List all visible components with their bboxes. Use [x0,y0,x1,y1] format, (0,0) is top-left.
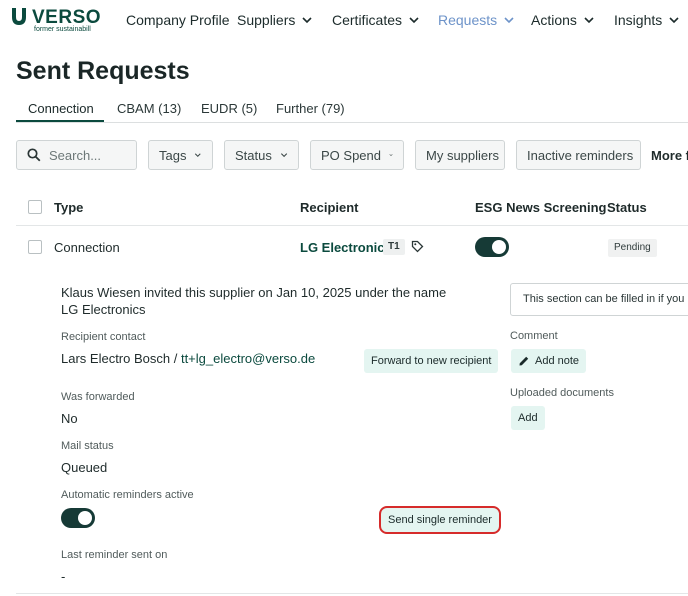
mail-status-value: Queued [61,460,108,475]
uploaded-documents-label: Uploaded documents [510,387,614,399]
last-reminder-value: - [61,569,66,584]
search-input[interactable]: Search... [16,140,137,170]
automatic-reminders-toggle[interactable] [61,508,95,528]
send-reminder-label: Send single reminder [388,514,492,526]
verso-logo-icon [12,8,26,25]
column-header-status[interactable]: Status [607,200,647,215]
last-reminder-label: Last reminder sent on [61,549,168,561]
filter-inactive-reminders-label: Inactive reminders [527,147,634,163]
section-hint-box: This section can be filled in if you h [510,283,688,316]
row-checkbox[interactable] [28,240,42,254]
tab-further[interactable]: Further (79) [276,101,345,116]
filter-po-spend-label: PO Spend [321,147,381,163]
nav-actions-label: Actions [531,12,577,28]
chevron-down-icon [302,17,312,24]
nav-certificates-label: Certificates [332,12,403,28]
search-placeholder: Search... [49,147,102,163]
filter-tags-label: Tags [159,147,187,163]
chevron-down-icon [389,154,393,157]
nav-insights-label: Insights [614,12,663,28]
active-tab-indicator [16,120,104,122]
filter-tags[interactable]: Tags [148,140,213,170]
column-header-recipient[interactable]: Recipient [300,200,359,215]
filter-po-spend[interactable]: PO Spend [310,140,404,170]
chevron-down-icon [195,153,202,157]
request-tabs: Connection CBAM (13) EUDR (5) Further (7… [16,97,688,123]
tier-badge: T1 [383,239,405,255]
filter-status-label: Status [235,147,272,163]
was-forwarded-label: Was forwarded [61,391,135,403]
nav-suppliers-label: Suppliers [237,12,296,28]
automatic-reminders-label: Automatic reminders active [61,489,194,501]
nav-suppliers[interactable]: Suppliers [237,12,313,28]
search-icon [27,148,41,162]
chevron-down-icon [280,153,288,158]
chevron-down-icon [504,17,514,24]
status-badge: Pending [608,239,657,257]
column-header-type[interactable]: Type [54,200,83,215]
table-row[interactable]: Connection LG Electronics T1 Pending [16,227,688,267]
add-document-button[interactable]: Add [511,406,545,430]
chevron-down-icon [584,17,594,24]
nav-requests[interactable]: Requests [438,12,515,28]
esg-screening-toggle[interactable] [475,237,509,257]
forward-button-label: Forward to new recipient [371,355,492,367]
brand-tagline: former sustainabill [34,26,91,33]
filter-my-suppliers-label: My suppliers [426,147,499,163]
tab-connection[interactable]: Connection [28,101,94,116]
nav-company-profile[interactable]: Company Profile [126,12,230,28]
page-title: Sent Requests [16,57,190,85]
add-note-button[interactable]: Add note [511,349,587,373]
nav-company-profile-label: Company Profile [126,12,230,28]
nav-requests-label: Requests [438,12,498,28]
table-header: Type Recipient ESG News Screening Status [16,190,688,226]
column-header-esg-news-screening[interactable]: ESG News Screening [475,200,607,215]
divider [16,593,688,594]
recipient-contact-value: Lars Electro Bosch / tt+lg_electro@verso… [61,351,315,366]
filter-status[interactable]: Status [224,140,299,170]
nav-actions[interactable]: Actions [531,12,595,28]
row-type: Connection [54,240,120,255]
recipient-contact-name: Lars Electro Bosch / [61,351,181,366]
tab-cbam[interactable]: CBAM (13) [117,101,181,116]
forward-to-new-recipient-button[interactable]: Forward to new recipient [364,349,499,373]
select-all-checkbox[interactable] [28,200,42,214]
send-single-reminder-button[interactable]: Send single reminder [379,506,501,534]
filter-my-suppliers[interactable]: My suppliers [415,140,505,170]
was-forwarded-value: No [61,411,78,426]
verso-logo[interactable]: VERSO former sustainabill [10,6,101,36]
add-note-label: Add note [535,355,580,367]
more-filters-link[interactable]: More f [651,148,688,163]
mail-status-label: Mail status [61,440,114,452]
nav-certificates[interactable]: Certificates [332,12,420,28]
top-navigation: VERSO former sustainabill Company Profil… [0,0,688,42]
pencil-icon [519,356,529,366]
tag-icon[interactable] [411,240,424,253]
chevron-down-icon [409,17,419,24]
recipient-contact-email[interactable]: tt+lg_electro@verso.de [181,351,315,366]
comment-label: Comment [510,330,558,342]
chevron-down-icon [669,17,679,24]
filter-inactive-reminders[interactable]: Inactive reminders [516,140,641,170]
recipient-link[interactable]: LG Electronics [300,240,392,255]
nav-insights[interactable]: Insights [614,12,680,28]
add-document-label: Add [518,412,538,424]
tab-eudr[interactable]: EUDR (5) [201,101,257,116]
invite-info-text: Klaus Wiesen invited this supplier on Ja… [61,285,447,317]
recipient-contact-label: Recipient contact [61,331,146,343]
